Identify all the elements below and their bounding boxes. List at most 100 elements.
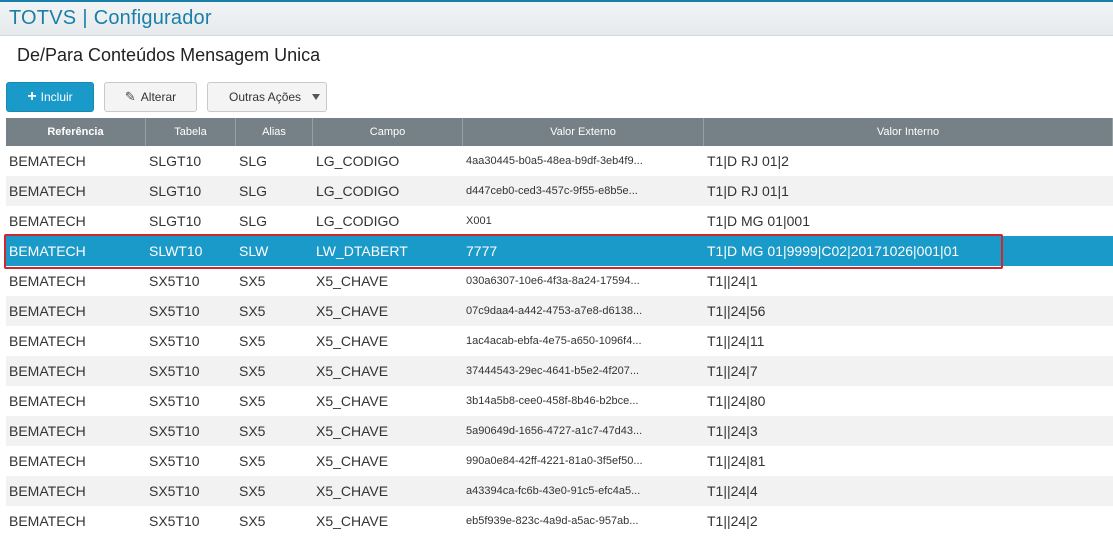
cell-tabela: SX5T10 [149, 273, 200, 289]
cell-referencia: BEMATECH [9, 243, 86, 259]
cell-alias: SX5 [239, 393, 266, 409]
table-row[interactable]: BEMATECH SX5T10 SX5 X5_CHAVE 07c9daa4-a442-4… [6, 296, 1113, 326]
column-header-campo[interactable]: Campo [313, 118, 463, 146]
cell-alias: SX5 [239, 333, 266, 349]
column-header-referencia[interactable]: Referência [6, 118, 146, 146]
cell-valor-interno: T1|D MG 01|9999|C02|20171026|001|01 [707, 243, 960, 259]
cell-referencia: BEMATECH [9, 513, 86, 529]
cell-referencia: BEMATECH [9, 423, 86, 439]
cell-campo: LG_CODIGO [316, 183, 400, 199]
cell-valor-externo: 7777 [466, 243, 498, 259]
column-header-valor-interno[interactable]: Valor Interno [704, 118, 1113, 146]
column-header-valor-externo[interactable]: Valor Externo [463, 118, 704, 146]
cell-campo: X5_CHAVE [316, 483, 389, 499]
app-header: TOTVS | Configurador [0, 0, 1113, 36]
cell-valor-externo: 030a6307-10e6-4f3a-8a24-17594... [466, 275, 640, 287]
app-title: TOTVS | Configurador [9, 7, 212, 30]
chevron-down-icon [312, 94, 320, 100]
cell-tabela: SX5T10 [149, 483, 200, 499]
table-row[interactable]: BEMATECH SX5T10 SX5 X5_CHAVE a43394ca-fc6b-4… [6, 476, 1113, 506]
cell-valor-externo: 5a90649d-1656-4727-a1c7-47d43... [466, 425, 643, 437]
cell-alias: SX5 [239, 303, 266, 319]
alterar-label: Alterar [140, 90, 177, 104]
cell-referencia: BEMATECH [9, 363, 86, 379]
column-header-alias[interactable]: Alias [236, 118, 313, 146]
cell-valor-interno: T1|D RJ 01|2 [707, 153, 789, 169]
grid-header: Referência Tabela Alias Campo Valor Exte… [6, 118, 1113, 146]
cell-valor-interno: T1||24|2 [707, 513, 758, 529]
table-row[interactable]: BEMATECH SX5T10 SX5 X5_CHAVE 990a0e84-42ff-4… [6, 446, 1113, 476]
cell-valor-externo: 37444543-29ec-4641-b5e2-4f207... [466, 365, 640, 377]
cell-campo: X5_CHAVE [316, 303, 389, 319]
page-title: De/Para Conteúdos Mensagem Unica [17, 45, 321, 65]
incluir-label: Incluir [40, 90, 73, 104]
cell-valor-externo: 3b14a5b8-cee0-458f-8b46-b2bce... [466, 395, 639, 407]
cell-campo: LG_CODIGO [316, 153, 400, 169]
outras-acoes-label: Outras Ações [229, 90, 302, 104]
cell-valor-externo: d447ceb0-ced3-457c-9f55-e8b5e... [466, 185, 638, 197]
cell-alias: SX5 [239, 423, 266, 439]
cell-referencia: BEMATECH [9, 153, 86, 169]
cell-valor-interno: T1|D RJ 01|1 [707, 183, 789, 199]
table-row[interactable]: BEMATECH SX5T10 SX5 X5_CHAVE 3b14a5b8-cee0-4… [6, 386, 1113, 416]
cell-tabela: SX5T10 [149, 363, 200, 379]
cell-valor-externo: a43394ca-fc6b-43e0-91c5-efc4a5... [466, 485, 641, 497]
cell-valor-interno: T1||24|81 [707, 453, 766, 469]
cell-tabela: SLWT10 [149, 243, 203, 259]
cell-valor-externo: 990a0e84-42ff-4221-81a0-3f5ef50... [466, 455, 643, 467]
cell-campo: X5_CHAVE [316, 513, 389, 529]
cell-valor-externo: eb5f939e-823c-4a9d-a5ac-957ab... [466, 515, 639, 527]
cell-valor-interno: T1||24|11 [707, 333, 765, 349]
outras-acoes-dropdown[interactable]: Outras Ações [207, 82, 327, 112]
cell-alias: SX5 [239, 453, 266, 469]
module-name: Configurador [93, 7, 212, 29]
cell-valor-interno: T1||24|7 [707, 363, 758, 379]
cell-alias: SX5 [239, 513, 266, 529]
cell-campo: LW_DTABERT [316, 243, 408, 259]
column-header-tabela[interactable]: Tabela [146, 118, 236, 146]
table-row[interactable]: BEMATECH SX5T10 SX5 X5_CHAVE eb5f939e-823c-4… [6, 506, 1113, 536]
cell-referencia: BEMATECH [9, 273, 86, 289]
alterar-button[interactable]: ✎ Alterar [104, 82, 197, 112]
cell-campo: X5_CHAVE [316, 453, 389, 469]
table-row[interactable]: BEMATECH SX5T10 SX5 X5_CHAVE 030a6307-10e6-4… [6, 266, 1113, 296]
cell-referencia: BEMATECH [9, 483, 86, 499]
cell-tabela: SX5T10 [149, 303, 200, 319]
cell-valor-externo: 1ac4acab-ebfa-4e75-a650-1096f4... [466, 335, 642, 347]
cell-campo: X5_CHAVE [316, 363, 389, 379]
table-row[interactable]: BEMATECH SLGT10 SLG LG_CODIGO d447ceb0-ced3-… [6, 176, 1113, 206]
cell-alias: SX5 [239, 363, 266, 379]
cell-tabela: SX5T10 [149, 513, 200, 529]
cell-referencia: BEMATECH [9, 333, 86, 349]
cell-tabela: SX5T10 [149, 423, 200, 439]
cell-campo: LG_CODIGO [316, 213, 400, 229]
cell-referencia: BEMATECH [9, 213, 86, 229]
title-separator: | [82, 7, 88, 29]
cell-valor-interno: T1||24|56 [707, 303, 766, 319]
data-grid: Referência Tabela Alias Campo Valor Exte… [6, 118, 1113, 536]
cell-campo: X5_CHAVE [316, 273, 389, 289]
cell-valor-externo: 4aa30445-b0a5-48ea-b9df-3eb4f9... [466, 155, 643, 167]
incluir-button[interactable]: + Incluir [6, 82, 94, 112]
cell-referencia: BEMATECH [9, 303, 86, 319]
cell-alias: SX5 [239, 483, 266, 499]
cell-valor-externo: 07c9daa4-a442-4753-a7e8-d6138... [466, 305, 643, 317]
grid-body: BEMATECH SLGT10 SLG LG_CODIGO 4aa30445-b0a5-… [6, 146, 1113, 536]
pencil-icon: ✎ [124, 89, 136, 104]
table-row-selected[interactable]: BEMATECH SLWT10 SLW LW_DTABERT 7777 T1|D MG 0… [6, 236, 1113, 266]
cell-tabela: SX5T10 [149, 333, 200, 349]
cell-referencia: BEMATECH [9, 183, 86, 199]
cell-alias: SX5 [239, 273, 266, 289]
table-row[interactable]: BEMATECH SLGT10 SLG LG_CODIGO X001 T1|D MG 01… [6, 206, 1113, 236]
cell-valor-interno: T1||24|4 [707, 483, 758, 499]
cell-campo: X5_CHAVE [316, 423, 389, 439]
table-row[interactable]: BEMATECH SLGT10 SLG LG_CODIGO 4aa30445-b0a5-… [6, 146, 1113, 176]
cell-alias: SLG [239, 213, 268, 229]
table-row[interactable]: BEMATECH SX5T10 SX5 X5_CHAVE 37444543-29ec-4… [6, 356, 1113, 386]
table-row[interactable]: BEMATECH SX5T10 SX5 X5_CHAVE 5a90649d-1656-4… [6, 416, 1113, 446]
cell-tabela: SLGT10 [149, 153, 202, 169]
cell-valor-interno: T1|D MG 01|001 [707, 213, 810, 229]
cell-alias: SLW [239, 243, 269, 259]
cell-valor-externo: X001 [466, 215, 492, 227]
table-row[interactable]: BEMATECH SX5T10 SX5 X5_CHAVE 1ac4acab-ebfa-4… [6, 326, 1113, 356]
